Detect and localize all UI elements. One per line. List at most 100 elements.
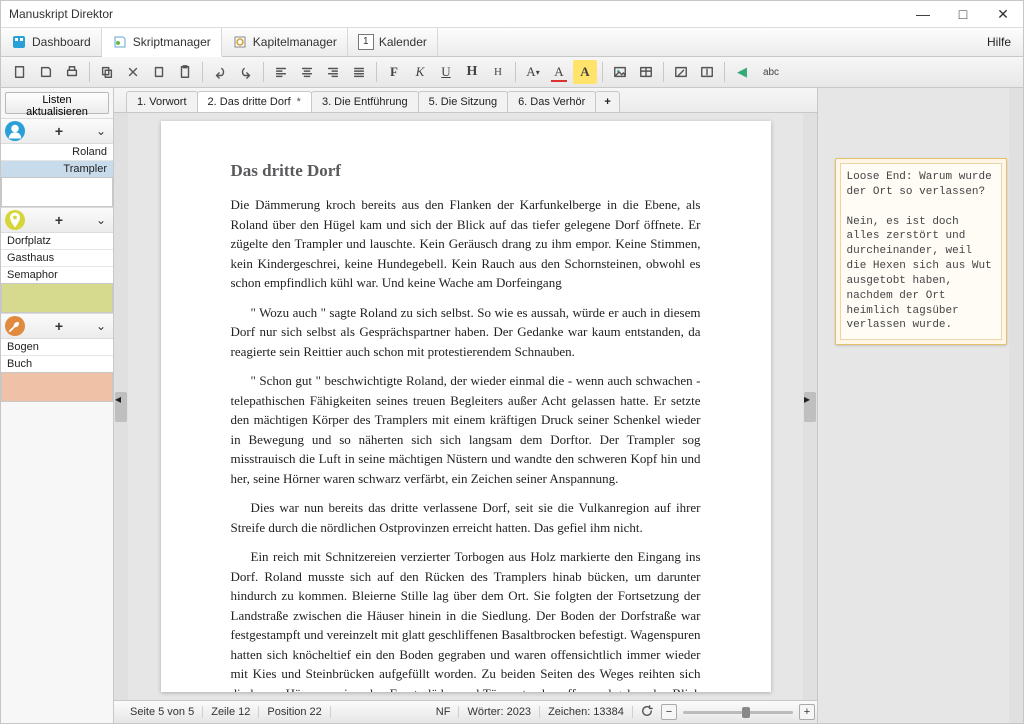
window-title: Manuskript Direktor xyxy=(1,7,113,21)
paragraph: Die Dämmerung kroch bereits aus den Flan… xyxy=(231,195,701,293)
toolbar-separator xyxy=(89,62,90,82)
document-page[interactable]: Das dritte Dorf Die Dämmerung kroch bere… xyxy=(161,121,771,692)
places-collapse-icon[interactable]: ⌄ xyxy=(93,213,109,227)
list-item[interactable]: Roland xyxy=(1,144,113,161)
toolbar-separator xyxy=(263,62,264,82)
status-nf: NF xyxy=(428,706,460,718)
characters-group-header[interactable]: + ⌄ xyxy=(1,118,113,144)
heading1-button[interactable]: H xyxy=(460,60,484,84)
spellcheck-button[interactable]: abc xyxy=(756,60,786,84)
paste-button[interactable] xyxy=(147,60,171,84)
list-item[interactable]: Gasthaus xyxy=(1,250,113,267)
menu-skriptmanager[interactable]: Skriptmanager xyxy=(102,28,222,57)
paragraph: Ein reich mit Schnitzereien verzierter T… xyxy=(231,547,701,692)
print-button[interactable] xyxy=(60,60,84,84)
font-A-label: A xyxy=(554,64,563,80)
places-color-swatch xyxy=(1,283,113,313)
places-group-header[interactable]: + ⌄ xyxy=(1,207,113,233)
add-document-tab[interactable]: + xyxy=(595,91,619,112)
align-center-button[interactable] xyxy=(295,60,319,84)
document-tab[interactable]: 3. Die Entführung xyxy=(311,91,419,112)
zoom-slider[interactable] xyxy=(683,711,793,714)
align-left-button[interactable] xyxy=(269,60,293,84)
titlebar: Manuskript Direktor — □ ✕ xyxy=(1,1,1023,28)
insert-image-button[interactable] xyxy=(608,60,632,84)
underline-button[interactable]: U xyxy=(434,60,458,84)
insert-table-button[interactable] xyxy=(634,60,658,84)
characters-collapse-icon[interactable]: ⌄ xyxy=(93,124,109,138)
document-tab[interactable]: 2. Das dritte Dorf * xyxy=(197,91,312,112)
left-scrollbar[interactable]: ◂ xyxy=(114,113,128,700)
heading2-button[interactable]: H xyxy=(486,60,510,84)
zoom-thumb[interactable] xyxy=(742,707,750,718)
editor-area: 1. Vorwort 2. Das dritte Dorf * 3. Die En… xyxy=(114,88,817,723)
paragraph: " Wozu auch " sagte Roland zu sich selbs… xyxy=(231,303,701,362)
sticky-note[interactable]: Loose End: Warum wurde der Ort so verlas… xyxy=(835,158,1007,345)
outdent-button[interactable]: ◀ xyxy=(730,60,754,84)
window-minimize-button[interactable]: — xyxy=(903,1,943,27)
help-label[interactable]: Hilfe xyxy=(987,35,1011,49)
clipboard-button[interactable] xyxy=(173,60,197,84)
menu-kalender[interactable]: 1 Kalender xyxy=(348,28,438,56)
list-item[interactable]: Dorfplatz xyxy=(1,233,113,250)
document-tabs: 1. Vorwort 2. Das dritte Dorf * 3. Die En… xyxy=(114,88,817,113)
document-tab-label: 5. Die Sitzung xyxy=(429,96,497,108)
window-controls: — □ ✕ xyxy=(903,1,1023,27)
zoom-out-button[interactable]: − xyxy=(661,704,677,720)
save-button[interactable] xyxy=(34,60,58,84)
paragraph: " Schon gut " beschwichtigte Roland, der… xyxy=(231,371,701,488)
align-right-button[interactable] xyxy=(321,60,345,84)
dirty-indicator: * xyxy=(297,96,301,108)
font-color-button[interactable]: A xyxy=(547,60,571,84)
scroll-handle[interactable]: ▸ xyxy=(804,392,816,422)
window-maximize-button[interactable]: □ xyxy=(943,1,983,27)
insert-bookmark-button[interactable] xyxy=(695,60,719,84)
undo-button[interactable] xyxy=(208,60,232,84)
list-item[interactable]: Semaphor xyxy=(1,267,113,284)
menu-kapitelmanager[interactable]: Kapitelmanager xyxy=(222,28,348,56)
document-tab[interactable]: 5. Die Sitzung xyxy=(418,91,508,112)
list-item[interactable]: Trampler xyxy=(1,161,113,178)
objects-collapse-icon[interactable]: ⌄ xyxy=(93,319,109,333)
window-close-button[interactable]: ✕ xyxy=(983,1,1023,27)
document-heading: Das dritte Dorf xyxy=(231,161,701,181)
status-chars: Zeichen: 13384 xyxy=(540,706,633,718)
new-doc-button[interactable] xyxy=(8,60,32,84)
italic-button[interactable]: K xyxy=(408,60,432,84)
copy-button[interactable] xyxy=(95,60,119,84)
add-character-button[interactable]: + xyxy=(51,123,67,139)
zoom-in-button[interactable]: + xyxy=(799,704,815,720)
list-item[interactable]: Buch xyxy=(1,356,113,373)
add-place-button[interactable]: + xyxy=(51,212,67,228)
characters-color-swatch xyxy=(1,177,113,207)
menu-kapitelmanager-label: Kapitelmanager xyxy=(253,35,337,49)
status-words: Wörter: 2023 xyxy=(459,706,540,718)
refresh-stats-button[interactable] xyxy=(633,705,661,720)
notes-scrollbar[interactable] xyxy=(1009,88,1023,723)
update-lists-button[interactable]: Listen aktualisieren xyxy=(5,92,109,114)
document-tab[interactable]: 1. Vorwort xyxy=(126,91,198,112)
font-size-button[interactable]: A▾ xyxy=(521,60,545,84)
calendar-icon: 1 xyxy=(358,34,374,50)
cut-button[interactable] xyxy=(121,60,145,84)
bold-button[interactable]: F xyxy=(382,60,406,84)
align-justify-button[interactable] xyxy=(347,60,371,84)
objects-group-header[interactable]: + ⌄ xyxy=(1,313,113,339)
app-window: Manuskript Direktor — □ ✕ Dashboard Skri… xyxy=(0,0,1024,724)
wrench-icon xyxy=(5,316,25,336)
sticky-note-text[interactable]: Loose End: Warum wurde der Ort so verlas… xyxy=(840,163,1002,340)
list-item[interactable]: Bogen xyxy=(1,339,113,356)
scroll-handle[interactable]: ◂ xyxy=(115,392,127,422)
right-scrollbar[interactable]: ▸ xyxy=(803,113,817,700)
chapter-icon xyxy=(232,34,248,50)
add-object-button[interactable]: + xyxy=(51,318,67,334)
menu-dashboard[interactable]: Dashboard xyxy=(1,28,102,56)
document-tab-label: 2. Das dritte Dorf xyxy=(208,96,291,108)
document-tab[interactable]: 6. Das Verhör xyxy=(507,91,596,112)
highlight-button[interactable]: A xyxy=(573,60,597,84)
document-tab-label: 3. Die Entführung xyxy=(322,96,408,108)
objects-list: Bogen Buch xyxy=(1,339,113,373)
redo-button[interactable] xyxy=(234,60,258,84)
script-icon xyxy=(112,34,128,50)
insert-link-button[interactable] xyxy=(669,60,693,84)
